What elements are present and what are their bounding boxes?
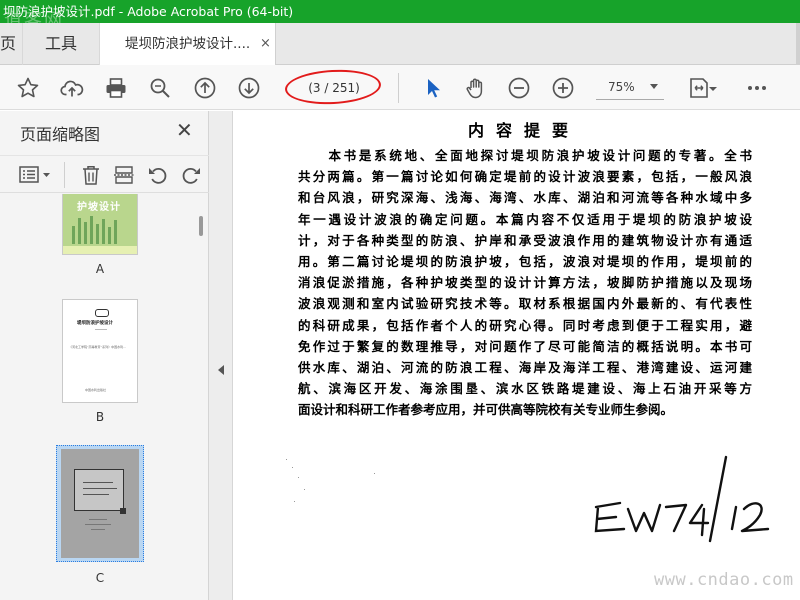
document-line: 免作过于繁复的数理推导，对问题作了尽可能简洁的概括说明。本书可	[298, 338, 752, 354]
scan-speck	[298, 477, 299, 478]
document-line: 消浪促淤措施，各种护坡类型的设计计算方法，坡脚防护措施以及现场	[298, 275, 752, 291]
hand-icon[interactable]	[462, 75, 488, 101]
window-title-bar: 坝防浪护坡设计.pdf - Adobe Acrobat Pro (64-bit)	[0, 0, 800, 23]
scan-speck	[294, 501, 295, 502]
thumbnail-label: B	[95, 410, 105, 424]
thumbnail-options-icon[interactable]	[18, 164, 52, 186]
window-title: 坝防浪护坡设计.pdf - Adobe Acrobat Pro (64-bit)	[3, 4, 294, 19]
scrollbar-thumb[interactable]	[199, 216, 203, 236]
tab-home[interactable]: 页	[0, 23, 16, 65]
tab-tools[interactable]: 工具	[22, 23, 100, 65]
thumbnail-toolbar	[0, 155, 209, 193]
main-toolbar: (3 / 251) 75%	[0, 65, 800, 110]
thumbnail-cover-band	[63, 246, 137, 254]
star-icon[interactable]	[15, 75, 41, 101]
thumbnail-cover-title: 护坡设计	[77, 202, 121, 213]
tab-document-label: 堤坝防浪护坡设计....	[125, 36, 251, 52]
trash-icon[interactable]	[80, 164, 102, 186]
scan-speck	[374, 473, 375, 474]
thumbnail-subline: 《河北工学院“高等教育”系列》中国水利...	[69, 345, 126, 349]
scan-speck	[292, 467, 293, 468]
thumbnail-footer: 中国水利出版社	[85, 388, 107, 392]
document-line: 本书是系统地、全面地探讨堤坝防浪护坡设计问题的专著。全书	[298, 148, 752, 163]
document-body: 本书是系统地、全面地探讨堤坝防浪护坡设计问题的专著。全书 共分两篇。第一篇讨论如…	[298, 145, 752, 421]
tab-close-icon[interactable]: ×	[260, 23, 271, 65]
document-line: 供水库、湖泊、河流的防浪工程、海岸及海洋工程、港湾建设、运河建	[298, 360, 752, 376]
document-line: 波浪观测和室内试验研究技术等。取材系根据国内外最新的、有代表性	[298, 296, 752, 312]
document-line: 航、滨海区开发、海涂围垦、滨水区铁路堤建设、海上石油开采等方	[298, 381, 752, 397]
thumbnail-page-b[interactable]: 堤坝防浪护坡设计 《河北工学院“高等教育”系列》中国水利... 中国水利出版社	[63, 300, 137, 402]
thumbnail-badge	[95, 309, 109, 317]
document-line: 的科研成果，包括作者个人的研究心得。同时考虑到便于工程实用，避	[298, 317, 752, 333]
document-line: 和台风浪，研究深海、浅海、海湾、水库、湖泊和河流等各种水域中多	[298, 190, 752, 206]
zoom-in-icon[interactable]	[550, 75, 576, 101]
scan-speck	[286, 459, 287, 460]
document-line: 计，对于各种类型的防浪、护岸和承受波浪作用的建筑物设计亦有通适	[298, 232, 752, 248]
thumbnail-corner-mark	[120, 508, 126, 514]
zoom-search-icon[interactable]	[147, 75, 173, 101]
more-icon[interactable]	[744, 75, 770, 101]
document-line: 年一遇设计波浪的确定问题。本篇内容不仅适用于堤坝的防浪护坡设	[298, 211, 752, 227]
zoom-out-icon[interactable]	[506, 75, 532, 101]
thumbnail-page-c[interactable]	[61, 449, 139, 558]
thumbnail-list: 护坡设计 A 堤坝防浪护坡设计 《河北工学院“高等教育”系列》中国水利... 中…	[0, 194, 200, 600]
toolbar-divider	[398, 73, 399, 103]
print-icon[interactable]	[103, 75, 129, 101]
tab-bar: 页 工具 堤坝防浪护坡设计.... ×	[0, 23, 800, 66]
document-line: 面设计和科研工作者参考应用，并可供高等院校有关专业师生参阅。	[298, 402, 674, 418]
page-down-icon[interactable]	[236, 75, 262, 101]
thumbnail-page-a[interactable]: 护坡设计	[63, 194, 137, 254]
tabbar-edge	[796, 23, 800, 65]
document-line: 用。第二篇讨论堤坝的防浪护坡，包括，波浪对堤坝的作用，堤坝前的	[298, 254, 752, 270]
document-line: 共分两篇。第一篇讨论如何确定堤前的设计波浪要素，包括，一般风浪	[298, 169, 752, 185]
close-icon[interactable]: ✕	[176, 118, 193, 142]
chevron-down-icon[interactable]	[650, 84, 658, 89]
site-watermark: www.cndao.com	[654, 570, 794, 590]
thumbnail-heading: 堤坝防浪护坡设计	[77, 321, 113, 326]
thumbnail-label: C	[95, 571, 105, 585]
panel-collapse-strip[interactable]	[209, 111, 233, 600]
thumbnail-label: A	[95, 262, 105, 276]
fit-dropdown-chevron-icon[interactable]	[708, 75, 718, 101]
rotate-cw-icon[interactable]	[180, 164, 202, 186]
cloud-upload-icon[interactable]	[59, 75, 85, 101]
zoom-level-value: 75%	[608, 80, 635, 94]
thumbnail-content-box	[74, 469, 124, 511]
page-number-input[interactable]: (3 / 251)	[290, 77, 378, 99]
rotate-ccw-icon[interactable]	[147, 164, 169, 186]
thumbnail-scrollbar[interactable]	[197, 194, 207, 594]
thumbnail-cover-art	[68, 214, 128, 244]
handwritten-signature	[594, 455, 770, 543]
scan-speck	[304, 489, 305, 490]
extract-pages-icon[interactable]	[113, 164, 135, 186]
panel-divider	[64, 162, 65, 188]
panel-title: 页面缩略图	[20, 125, 101, 144]
page-up-icon[interactable]	[192, 75, 218, 101]
document-page: 内容提要 本书是系统地、全面地探讨堤坝防浪护坡设计问题的专著。全书 共分两篇。第…	[234, 111, 800, 600]
document-title: 内容提要	[467, 121, 580, 140]
page-thumbnails-panel: 页面缩略图 ✕ 护坡设计 A 堤坝防浪护坡设计 《河北工学院“高等教育”系列》中…	[0, 111, 209, 600]
collapse-arrow-icon[interactable]	[218, 365, 224, 375]
select-arrow-icon[interactable]	[420, 75, 446, 101]
tab-document[interactable]: 堤坝防浪护坡设计.... ×	[100, 23, 276, 66]
